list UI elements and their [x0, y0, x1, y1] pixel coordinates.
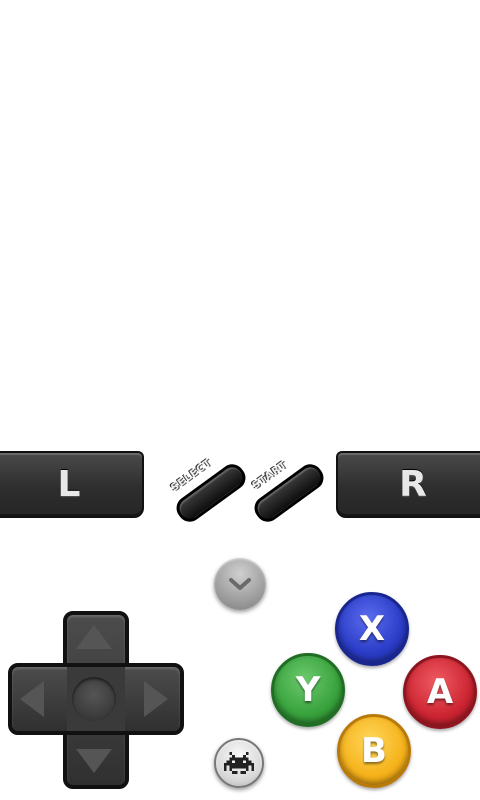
r-shoulder-button[interactable]: R [336, 451, 480, 518]
a-button[interactable]: A [403, 655, 477, 729]
b-button[interactable]: B [337, 714, 411, 788]
emulator-menu-button[interactable] [214, 738, 264, 788]
menu-toggle-button[interactable] [214, 558, 266, 610]
dpad[interactable] [8, 611, 184, 789]
x-button[interactable]: X [335, 592, 409, 666]
select-button[interactable]: SELECT [162, 456, 252, 527]
start-pill [249, 459, 329, 527]
chevron-down-icon [229, 578, 251, 590]
b-button-label: B [361, 731, 387, 771]
l-shoulder-button[interactable]: L [0, 451, 144, 518]
l-shoulder-label: L [57, 464, 81, 505]
select-pill [171, 459, 251, 527]
dpad-right-arrow-icon[interactable] [144, 681, 168, 717]
dpad-left-arrow-icon[interactable] [20, 681, 44, 717]
y-button-label: Y [295, 670, 321, 710]
a-button-label: A [426, 672, 454, 712]
y-button[interactable]: Y [271, 653, 345, 727]
space-invader-icon [224, 752, 254, 774]
start-button[interactable]: START [242, 456, 332, 527]
dpad-center [72, 677, 116, 721]
dpad-down-arrow-icon[interactable] [76, 749, 112, 773]
dpad-up-arrow-icon[interactable] [76, 625, 112, 649]
r-shoulder-label: R [399, 464, 427, 505]
x-button-label: X [358, 609, 386, 649]
